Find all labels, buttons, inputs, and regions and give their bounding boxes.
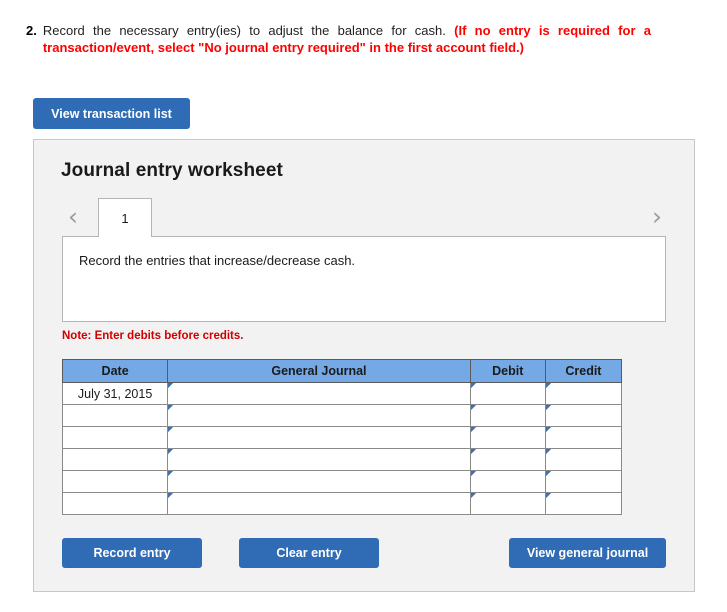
cell-general-journal-5[interactable] bbox=[167, 470, 471, 493]
cell-credit-5[interactable] bbox=[544, 470, 623, 493]
question-row: 2. Record the necessary entry(ies) to ad… bbox=[26, 22, 651, 56]
table-row bbox=[61, 426, 623, 449]
journal-entry-worksheet-panel: Journal entry worksheet ‹ 1 › Record the… bbox=[33, 139, 695, 592]
cell-general-journal-1[interactable] bbox=[167, 382, 471, 405]
cell-general-journal-4[interactable] bbox=[167, 448, 471, 471]
cell-general-journal-6[interactable] bbox=[167, 492, 471, 515]
table-row: July 31, 2015 bbox=[61, 382, 623, 405]
journal-table-element: Date General Journal Debit Credit July 3… bbox=[61, 359, 623, 515]
table-row bbox=[61, 470, 623, 493]
tab-worksheet-1[interactable]: 1 bbox=[98, 198, 152, 237]
cell-debit-4[interactable] bbox=[469, 448, 546, 471]
cell-date-6 bbox=[61, 492, 169, 515]
view-transaction-list-button[interactable]: View transaction list bbox=[33, 98, 190, 129]
worksheet-description-text: Record the entries that increase/decreas… bbox=[79, 253, 356, 268]
view-general-journal-button[interactable]: View general journal bbox=[509, 538, 666, 568]
chevron-right-icon[interactable]: › bbox=[646, 202, 668, 232]
cell-credit-6[interactable] bbox=[544, 492, 623, 515]
chevron-left-icon[interactable]: ‹ bbox=[62, 202, 84, 232]
cell-general-journal-3[interactable] bbox=[167, 426, 471, 449]
worksheet-tab-strip: ‹ 1 › bbox=[34, 198, 694, 237]
table-row bbox=[61, 492, 623, 515]
cell-date-3 bbox=[61, 426, 169, 449]
cell-credit-3[interactable] bbox=[544, 426, 623, 449]
cell-debit-2[interactable] bbox=[469, 404, 546, 427]
cell-date-2 bbox=[61, 404, 169, 427]
debits-before-credits-note: Note: Enter debits before credits. bbox=[62, 330, 244, 342]
column-header-debit: Debit bbox=[469, 359, 546, 383]
clear-entry-button[interactable]: Clear entry bbox=[239, 538, 379, 568]
cell-debit-1[interactable] bbox=[469, 382, 546, 405]
cell-credit-2[interactable] bbox=[544, 404, 623, 427]
question-block: 2. Record the necessary entry(ies) to ad… bbox=[26, 22, 651, 56]
cell-debit-3[interactable] bbox=[469, 426, 546, 449]
table-row bbox=[61, 404, 623, 427]
table-header-row: Date General Journal Debit Credit bbox=[61, 359, 623, 383]
worksheet-title: Journal entry worksheet bbox=[61, 160, 283, 181]
cell-credit-4[interactable] bbox=[544, 448, 623, 471]
column-header-general-journal: General Journal bbox=[167, 359, 471, 383]
column-header-credit: Credit bbox=[544, 359, 623, 383]
cell-date-4 bbox=[61, 448, 169, 471]
cell-date-1: July 31, 2015 bbox=[61, 382, 169, 405]
journal-entry-table: Date General Journal Debit Credit July 3… bbox=[61, 359, 623, 515]
cell-debit-6[interactable] bbox=[469, 492, 546, 515]
cell-debit-5[interactable] bbox=[469, 470, 546, 493]
cell-date-5 bbox=[61, 470, 169, 493]
question-text: Record the necessary entry(ies) to adjus… bbox=[43, 22, 651, 56]
column-header-date: Date bbox=[61, 359, 169, 383]
question-number: 2. bbox=[26, 23, 37, 38]
worksheet-description-box: Record the entries that increase/decreas… bbox=[62, 237, 666, 322]
question-main-text: Record the necessary entry(ies) to adjus… bbox=[42, 23, 446, 38]
cell-credit-1[interactable] bbox=[544, 382, 623, 405]
record-entry-button[interactable]: Record entry bbox=[62, 538, 202, 568]
cell-general-journal-2[interactable] bbox=[167, 404, 471, 427]
table-row bbox=[61, 448, 623, 471]
